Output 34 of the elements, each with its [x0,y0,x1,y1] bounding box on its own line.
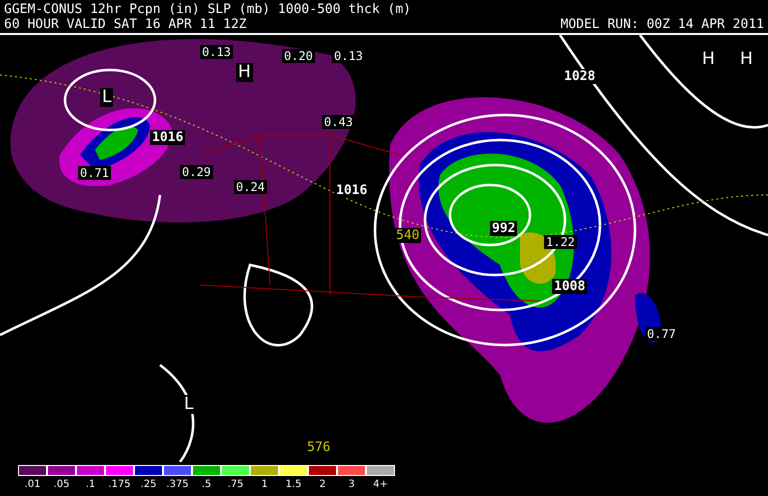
precip-amount: 0.77 [645,327,678,341]
map-title: GGEM-CONUS 12hr Pcpn (in) SLP (mb) 1000-500 thck (m) [4,2,411,16]
isobar-label: 1016 [334,183,370,198]
precip-amount: 0.71 [78,166,111,180]
pressure-center-label: H [236,63,253,82]
legend-label: 1 [261,479,268,490]
pressure-center-label: L [100,88,114,107]
legend-label: .5 [202,479,212,490]
legend-label: .75 [228,479,244,490]
precip-amount: 0.24 [234,180,267,194]
isobar-label: 1016 [150,130,186,145]
legend-label: .25 [140,479,156,490]
isobar-label: 1028 [562,69,598,84]
precip-amount: 0.43 [322,115,355,129]
precip-amount: 0.13 [200,45,233,59]
pressure-center-label: L [182,395,196,414]
legend-label: 2 [319,479,326,490]
legend-label: 4+ [373,479,388,490]
legend-label: .375 [166,479,189,490]
legend-label: .175 [108,479,131,490]
legend-label: .1 [86,479,96,490]
legend-label: .05 [54,479,70,490]
precip-amount: 0.29 [180,165,213,179]
legend-label: .01 [24,479,40,490]
legend-label: 3 [348,479,355,490]
precip-amount: 0.13 [332,49,365,63]
isobar-label: 1008 [552,279,588,294]
model-run-time: MODEL RUN: 00Z 14 APR 2011 [560,16,764,32]
valid-time: 60 HOUR VALID SAT 16 APR 11 12Z [4,16,247,32]
legend-label: 1.5 [286,479,302,490]
precip-amount: 0.20 [282,49,315,63]
precip-amount: 1.22 [544,235,577,249]
thickness-label: 540 [394,228,422,243]
isobar-label: 992 [490,221,518,236]
